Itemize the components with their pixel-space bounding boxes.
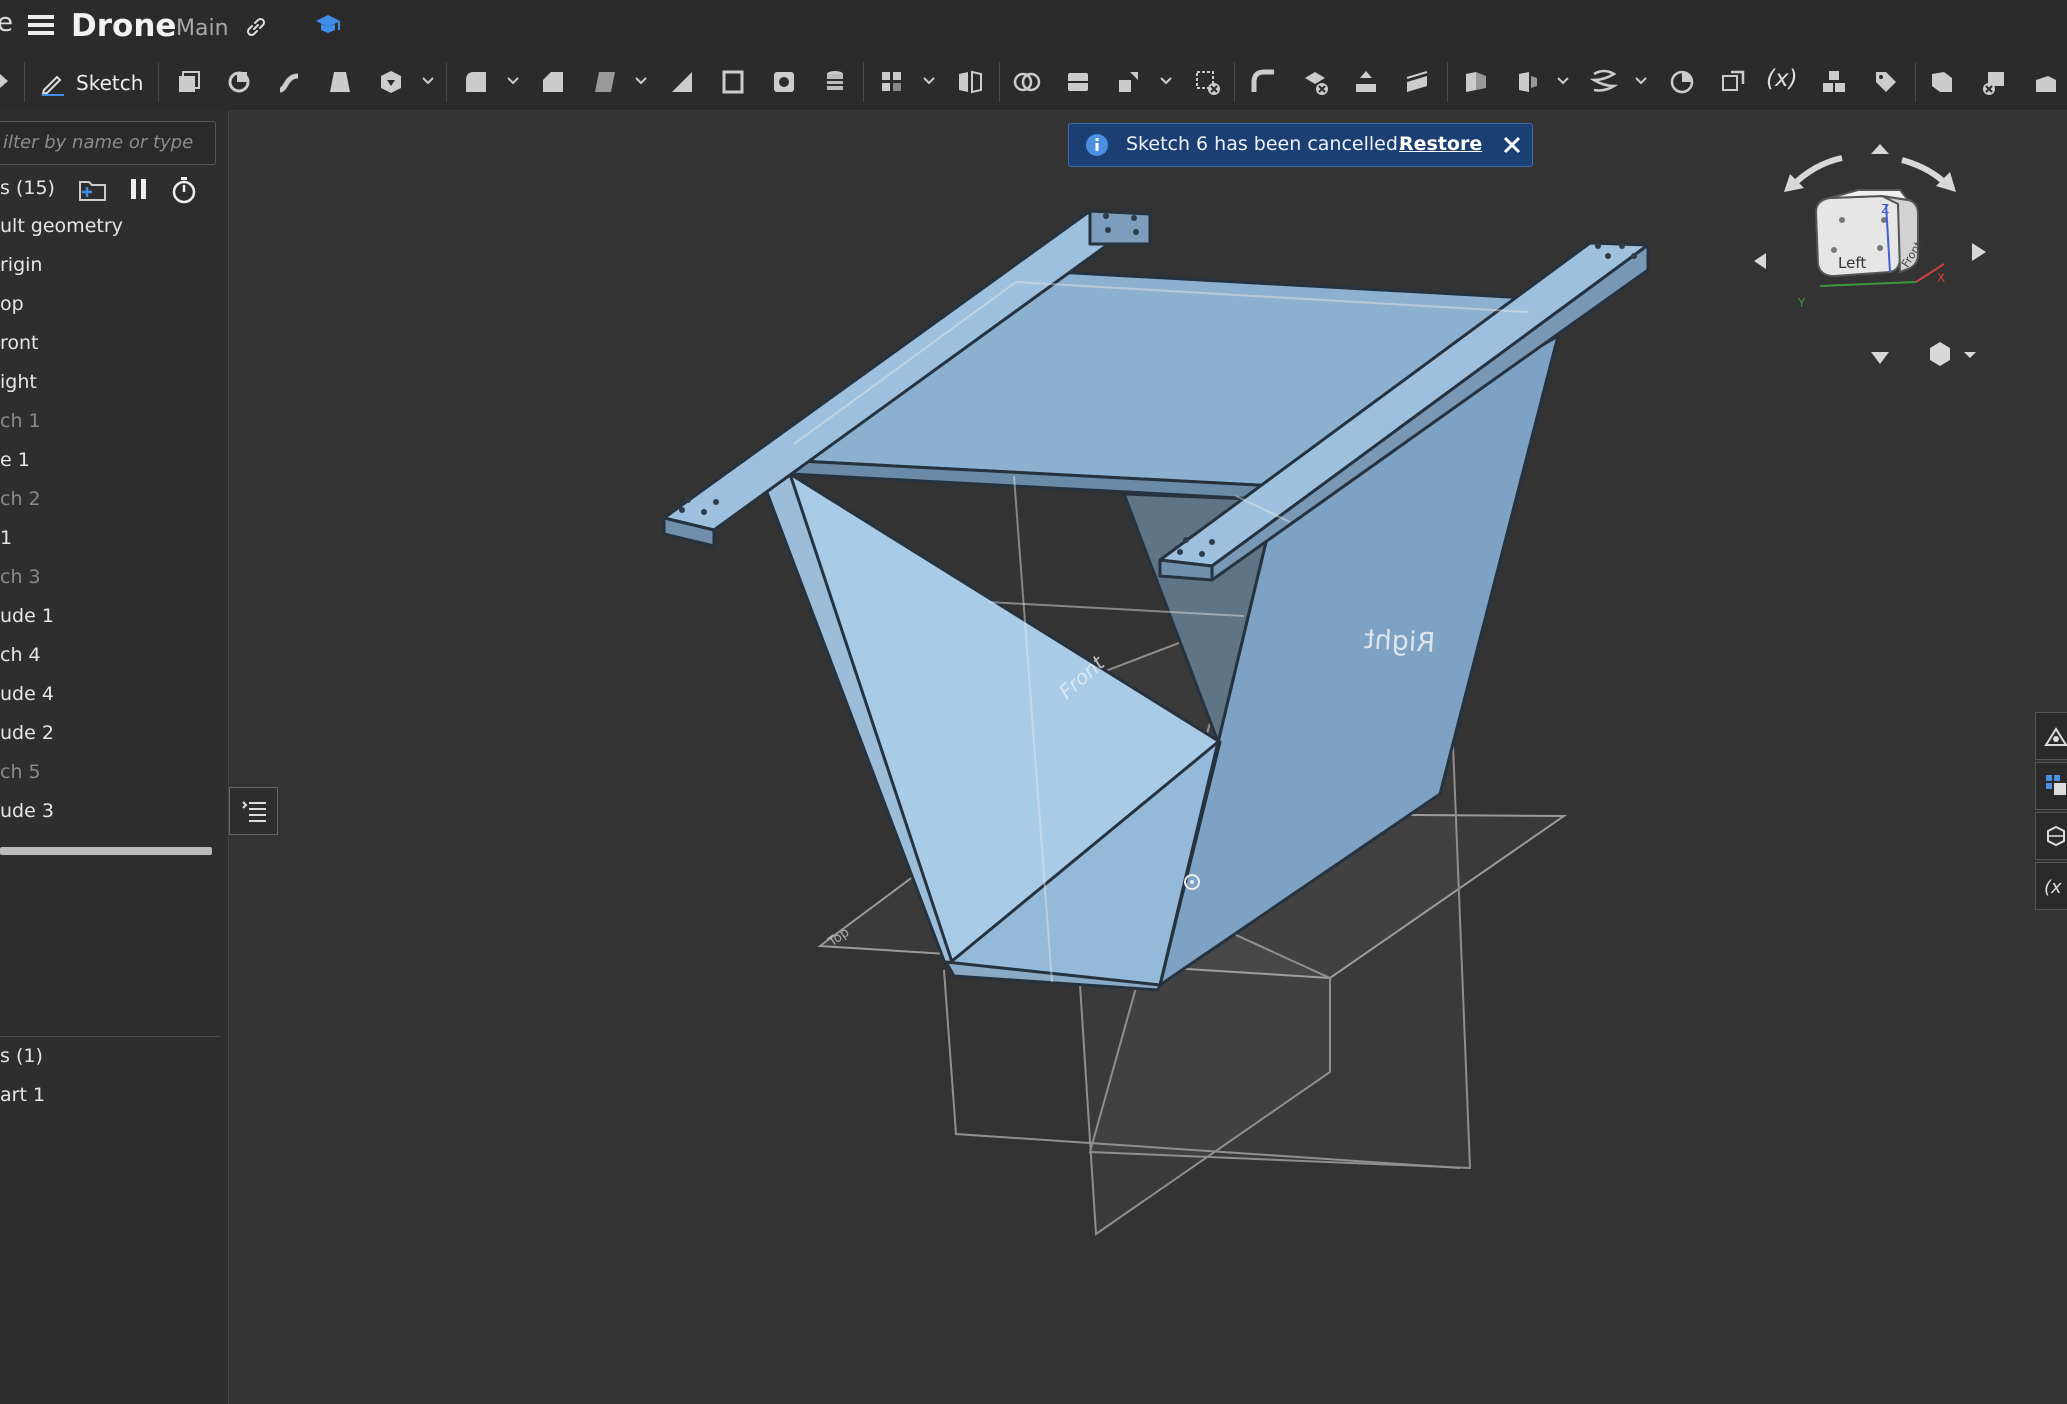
appearance-icon: [2044, 727, 2067, 746]
view-cube-navigation: [1754, 144, 1986, 366]
rotate-right-arrow-icon[interactable]: [1972, 243, 1986, 261]
y-axis-line: [1819, 281, 1917, 287]
parts-panel-button[interactable]: [2035, 762, 2067, 810]
appearance-panel-button[interactable]: [2035, 712, 2067, 760]
close-icon[interactable]: [1503, 136, 1521, 154]
parts-grid-icon: [2046, 775, 2066, 795]
axis-z-label: Z: [1881, 202, 1890, 216]
mass-properties-button[interactable]: [2035, 812, 2067, 860]
mass-properties-icon: [2047, 825, 2065, 847]
view-cube-widget: Left Front Y X Z: [1750, 130, 2010, 370]
right-plane-label: Right: [1363, 624, 1436, 659]
roll-right-arrow-icon[interactable]: [1901, 157, 1949, 187]
variables-panel-button[interactable]: (x: [2035, 862, 2067, 910]
view-mode-icon[interactable]: [1930, 342, 1950, 366]
drone-part-body[interactable]: [662, 209, 1650, 992]
svg-text:(x: (x: [2044, 877, 2062, 898]
restore-link[interactable]: Restore: [1399, 133, 1482, 155]
chevron-down-icon[interactable]: [1964, 352, 1976, 358]
axis-x-label: X: [1937, 271, 1946, 285]
rotate-down-arrow-icon[interactable]: [1871, 352, 1889, 364]
roll-left-arrow-icon[interactable]: [1789, 155, 1843, 189]
variables-icon: (x: [2044, 877, 2062, 898]
axis-y-label: Y: [1798, 296, 1806, 310]
notification-banner: Sketch 6 has been cancelled. Restore: [1068, 123, 1533, 167]
rotate-up-arrow-icon[interactable]: [1871, 144, 1889, 154]
rotate-left-arrow-icon[interactable]: [1754, 253, 1766, 269]
notification-message: Sketch 6 has been cancelled.: [1126, 133, 1404, 155]
view-cube-left-face[interactable]: Left: [1838, 254, 1866, 272]
info-icon: [1086, 134, 1108, 156]
